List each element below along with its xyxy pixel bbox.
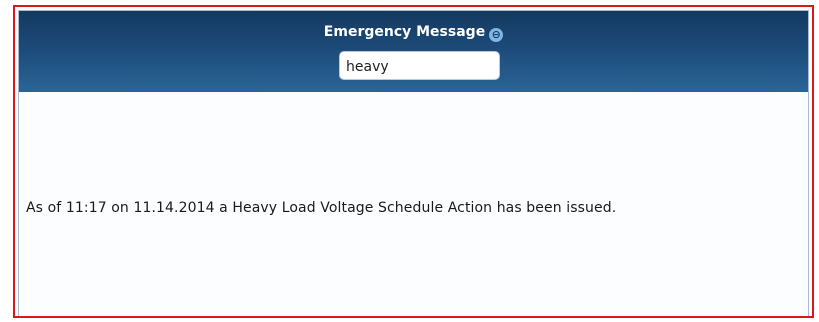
search-input[interactable]	[339, 51, 500, 80]
emergency-message-text: As of 11:17 on 11.14.2014 a Heavy Load V…	[26, 200, 617, 216]
panel-header: Emergency Message ⊖	[19, 11, 808, 92]
emergency-message-panel: Emergency Message⊖ As of 11:17 on 11.14.…	[18, 10, 809, 316]
info-toggle-icon[interactable]: ⊖	[489, 28, 504, 42]
title-row: Emergency Message ⊖	[19, 23, 808, 42]
emergency-message-frame: Emergency Message⊖ As of 11:17 on 11.14.…	[13, 5, 814, 318]
panel-title: Emergency Message	[323, 24, 486, 40]
